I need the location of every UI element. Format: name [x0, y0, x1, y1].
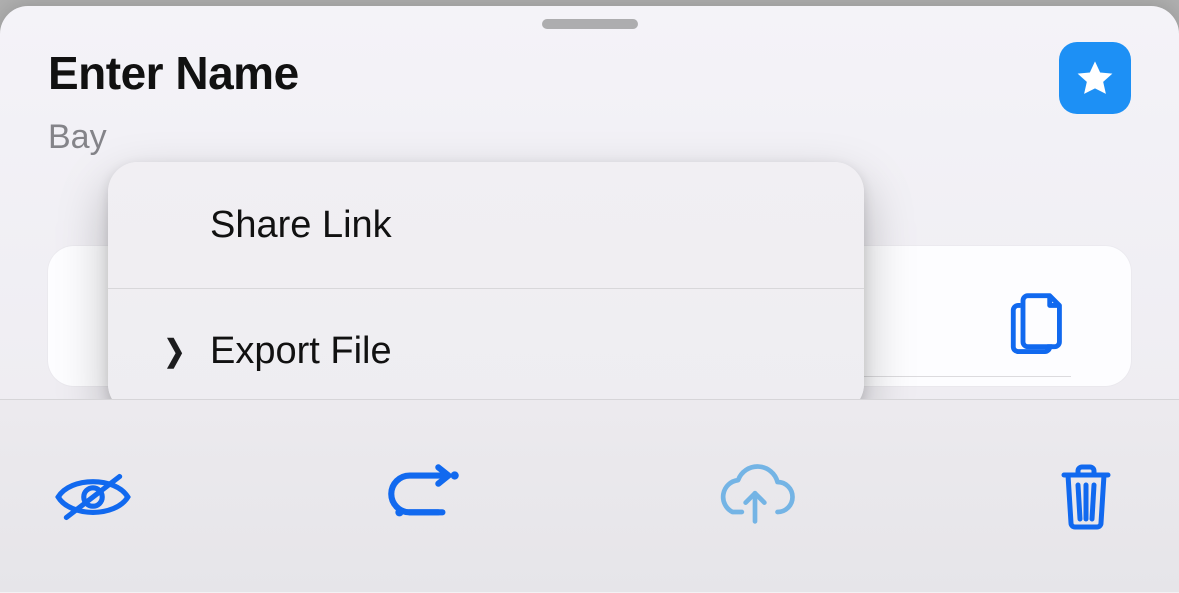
toolbar	[0, 399, 1179, 593]
eye-slash-icon	[52, 467, 134, 527]
delete-button[interactable]	[1041, 452, 1131, 542]
export-file-label: Export File	[210, 330, 392, 373]
share-popup: Share Link ❯ Export File	[108, 162, 864, 414]
route-icon	[379, 461, 469, 533]
copy-button[interactable]	[1009, 286, 1071, 354]
cloud-upload-button[interactable]	[710, 452, 800, 542]
name-input-placeholder[interactable]: Enter Name	[48, 46, 299, 100]
route-button[interactable]	[379, 452, 469, 542]
trash-icon	[1055, 461, 1117, 533]
copy-icon	[1009, 286, 1071, 354]
hide-button[interactable]	[48, 452, 138, 542]
bottom-sheet: Enter Name Bay Share Link	[0, 6, 1179, 593]
chevron-wrap: ❯	[158, 334, 192, 369]
cloud-upload-icon	[710, 461, 800, 533]
drag-handle[interactable]	[542, 19, 638, 29]
chevron-right-icon: ❯	[164, 334, 185, 369]
star-icon	[1074, 57, 1116, 99]
favorite-button[interactable]	[1059, 42, 1131, 114]
header: Enter Name	[0, 46, 1179, 114]
export-file-item[interactable]: ❯ Export File	[108, 288, 864, 414]
subtitle-text: Bay	[0, 114, 1179, 157]
share-link-label: Share Link	[210, 204, 392, 247]
share-link-item[interactable]: Share Link	[108, 162, 864, 288]
